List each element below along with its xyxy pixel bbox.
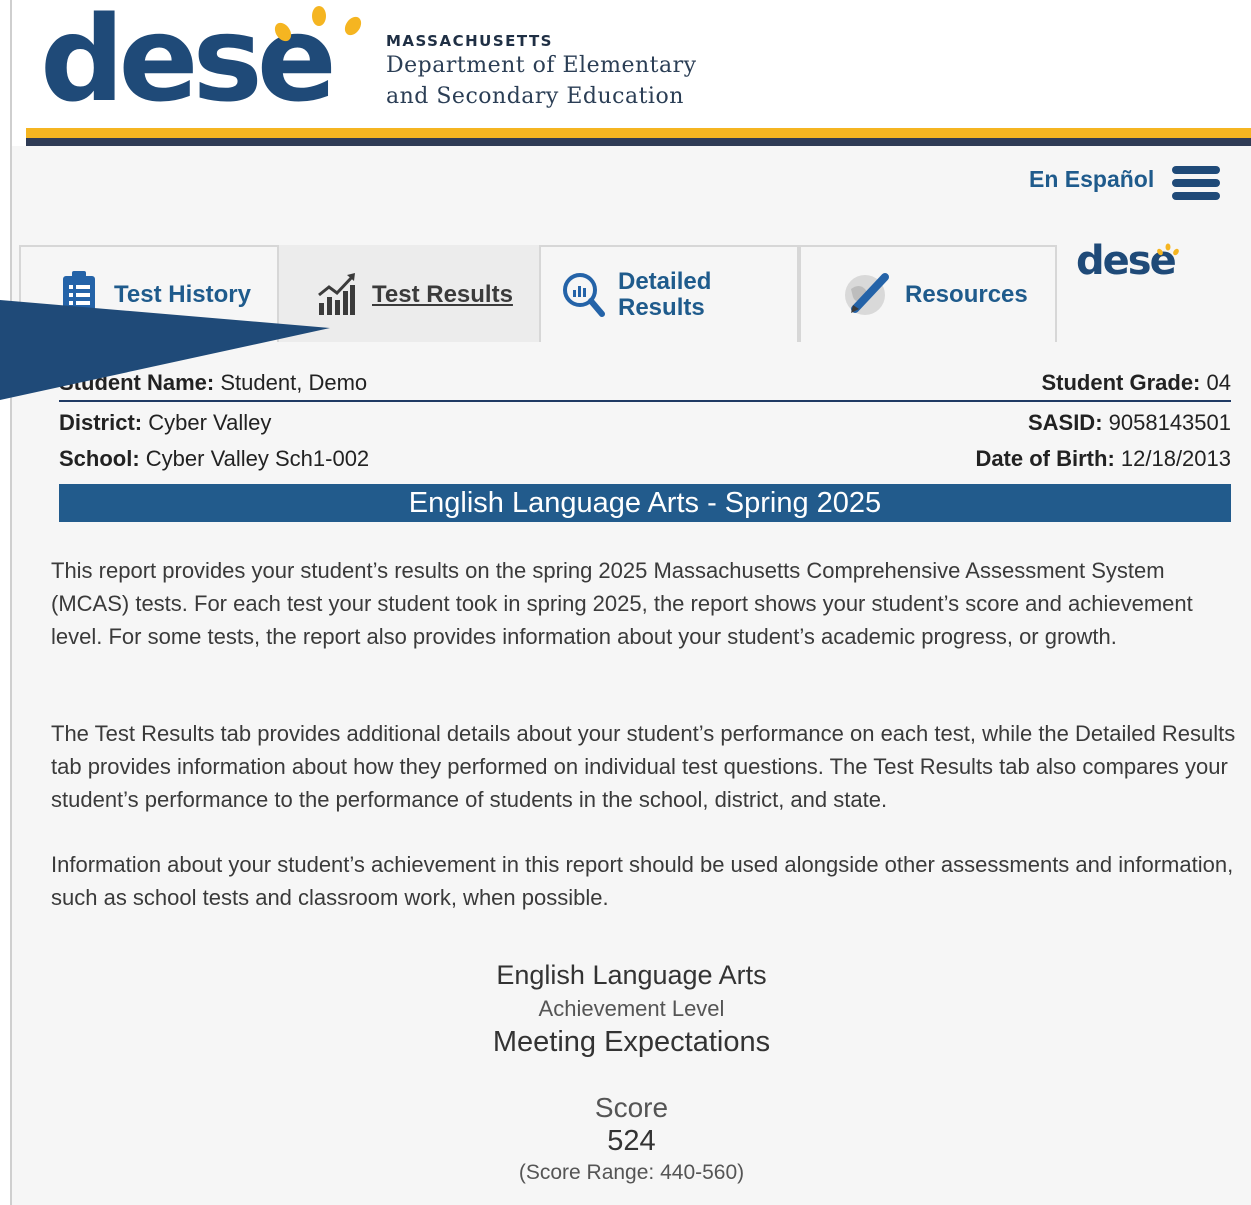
student-school: School: Cyber Valley Sch1-002 [59,446,369,472]
achievement-level-label: Achievement Level [538,996,725,1021]
student-district: District: Cyber Valley [59,410,271,436]
tab-label-line2: Results [618,294,705,321]
student-grade-value: 04 [1206,370,1231,395]
dob-value: 12/18/2013 [1120,446,1231,471]
agency-dept-line2: and Secondary Education [386,84,684,109]
magnify-chart-icon [563,273,605,317]
school-value: Cyber Valley Sch1-002 [145,446,370,471]
result-subject: English Language Arts [496,960,767,990]
score-range: (Score Range: 440-560) [518,1161,745,1184]
logo-sun-ray-icon [341,13,365,39]
sasid-value: 9058143501 [1108,410,1231,435]
achievement-level-value: Meeting Expectations [492,1026,771,1058]
logo-sun-ray-icon [312,6,326,26]
pointer-arrow-icon [0,300,330,400]
language-toggle-link[interactable]: En Español [1029,166,1154,193]
tab-label: Test Results [372,281,513,308]
tab-detailed-results[interactable]: Detailed Results [539,245,799,342]
tab-resources[interactable]: Resources [799,245,1057,342]
dob-label: Date of Birth: [975,446,1115,471]
header-gold-bar [26,128,1251,138]
tab-label-line1: Detailed [618,268,712,295]
school-label: School: [59,446,140,471]
subject-banner: English Language Arts - Spring 2025 [59,484,1231,522]
agency-name: MASSACHUSETTS Department of Elementary a… [386,32,697,112]
student-grade-label: Student Grade: [1041,370,1201,395]
agency-state: MASSACHUSETTS [386,32,553,50]
student-sasid: SASID: 9058143501 [1028,410,1231,436]
district-value: Cyber Valley [148,410,272,435]
site-header: dese MASSACHUSETTS Department of Element… [12,0,1251,128]
logo-sun-ray-icon [1157,243,1179,256]
score-label: Score [594,1092,669,1123]
agency-dept-line1: Department of Elementary [386,53,697,78]
tab-label: Detailed Results [618,269,711,321]
district-label: District: [59,410,143,435]
tab-label: Resources [905,281,1028,308]
globe-pencil-icon [845,273,889,315]
student-grade: Student Grade: 04 [1041,370,1231,396]
intro-paragraph-1: This report provides your student’s resu… [51,558,1193,649]
intro-paragraph-2: The Test Results tab provides additional… [51,721,1236,812]
header-navy-bar [26,138,1251,146]
sasid-label: SASID: [1027,410,1103,435]
intro-paragraph-3: Information about your student’s achieve… [51,852,1234,910]
score-value: 524 [607,1125,656,1157]
student-dob: Date of Birth: 12/18/2013 [975,446,1231,472]
hamburger-menu-icon[interactable] [1172,166,1220,200]
dese-logo[interactable]: dese [40,0,337,118]
